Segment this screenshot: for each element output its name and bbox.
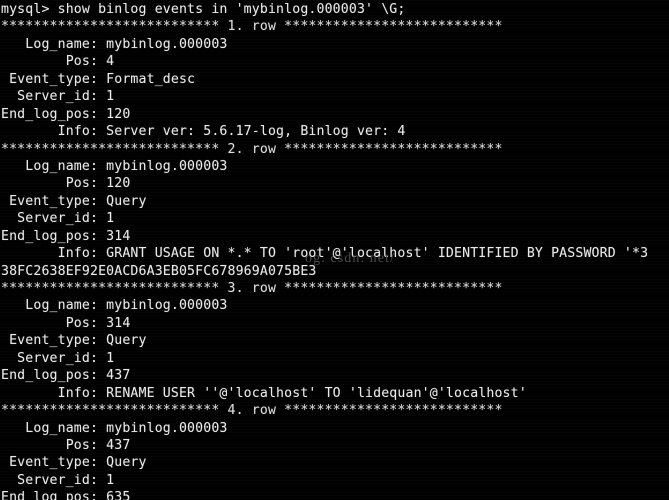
- row1-event-type: Event_type: Format_desc: [1, 71, 196, 87]
- row4-end-log-pos: End_log_pos: 635: [1, 490, 131, 500]
- row2-end-log-pos: End_log_pos: 314: [1, 228, 131, 244]
- row3-server-id: Server_id: 1: [1, 350, 115, 366]
- row-separator-3: *************************** 3. row *****…: [1, 281, 503, 296]
- row1-end-log-pos: End_log_pos: 120: [1, 106, 131, 122]
- row1-log-name: Log_name: mybinlog.000003: [1, 36, 228, 52]
- row1-server-id: Server_id: 1: [1, 89, 115, 105]
- row3-log-name: Log_name: mybinlog.000003: [1, 298, 228, 314]
- row1-info: Info: Server ver: 5.6.17-log, Binlog ver…: [1, 124, 406, 140]
- row3-info: Info: RENAME USER ''@'localhost' TO 'lid…: [1, 385, 527, 401]
- row3-pos: Pos: 314: [1, 315, 131, 331]
- row1-pos: Pos: 4: [1, 54, 115, 70]
- row4-event-type: Event_type: Query: [1, 455, 147, 471]
- row3-end-log-pos: End_log_pos: 437: [1, 368, 131, 384]
- terminal-window[interactable]: mysql> show binlog events in 'mybinlog.0…: [0, 0, 669, 500]
- row2-pos: Pos: 120: [1, 176, 131, 192]
- row4-server-id: Server_id: 1: [1, 472, 115, 488]
- row4-pos: Pos: 437: [1, 437, 131, 453]
- row2-event-type: Event_type: Query: [1, 193, 147, 209]
- prompt-line: mysql> show binlog events in 'mybinlog.0…: [1, 2, 406, 17]
- row-separator-1: *************************** 1. row *****…: [1, 19, 503, 35]
- row2-info-wrap: 38FC2638EF92E0ACD6A3EB05FC678969A075BE3: [1, 263, 317, 279]
- row2-server-id: Server_id: 1: [1, 211, 115, 227]
- row-separator-2: *************************** 2. row *****…: [1, 141, 503, 157]
- row2-info: Info: GRANT USAGE ON *.* TO 'root'@'loca…: [1, 246, 649, 262]
- row4-log-name: Log_name: mybinlog.000003: [1, 420, 228, 436]
- row2-log-name: Log_name: mybinlog.000003: [1, 158, 228, 174]
- row-separator-4: *************************** 4. row *****…: [1, 403, 503, 419]
- row3-event-type: Event_type: Query: [1, 333, 147, 349]
